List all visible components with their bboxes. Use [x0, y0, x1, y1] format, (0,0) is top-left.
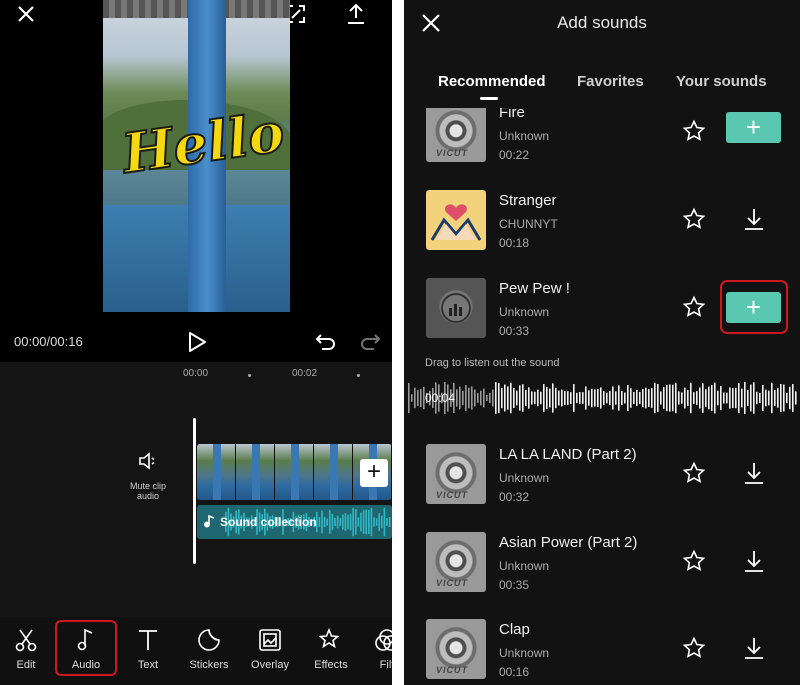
tool-overlay[interactable]: Overlay: [239, 627, 301, 671]
sound-artist: CHUNNYT: [499, 217, 558, 231]
sound-cover: VICUT: [426, 108, 486, 162]
audio-track-label: Sound collection: [220, 515, 317, 529]
tool-label: Effects: [314, 659, 348, 671]
tool-stickers[interactable]: Stickers: [178, 627, 240, 671]
tool-effects[interactable]: Effects: [300, 627, 362, 671]
ruler-dot: [357, 374, 360, 377]
play-button[interactable]: [182, 328, 210, 356]
filter-icon: [375, 629, 392, 651]
ruler-mark: 00:02: [292, 368, 318, 379]
sound-duration: 00:22: [499, 148, 530, 162]
tool-label: Stickers: [189, 659, 229, 671]
add-sound-button[interactable]: +: [726, 112, 781, 143]
star-icon[interactable]: [682, 549, 706, 573]
sound-title: Asian Power (Part 2): [499, 534, 638, 551]
tool-label: Filt: [379, 659, 392, 671]
text-icon: [139, 630, 157, 650]
sound-duration: 00:35: [499, 578, 530, 592]
redo-icon: [361, 334, 381, 350]
export-icon[interactable]: [342, 0, 370, 28]
sound-duration: 00:32: [499, 490, 530, 504]
list-item[interactable]: VICUT Clap Unknown 00:16: [404, 619, 800, 685]
star-icon[interactable]: [682, 207, 706, 231]
sound-title: Pew Pew !: [499, 280, 570, 297]
panel-title: Add sounds: [557, 13, 647, 32]
star-icon[interactable]: [682, 461, 706, 485]
audio-tool-highlight: [55, 620, 117, 676]
tool-label: Overlay: [251, 659, 289, 671]
list-item[interactable]: VICUT LA LA LAND (Part 2) Unknown 00:32: [404, 444, 800, 522]
download-icon[interactable]: [741, 635, 767, 661]
sound-artist: Unknown: [499, 559, 550, 573]
active-tab-indicator: [480, 97, 498, 100]
list-item[interactable]: Pew Pew ! Unknown 00:33 +: [404, 278, 800, 356]
sound-cover: VICUT: [426, 532, 486, 592]
star-icon[interactable]: [682, 295, 706, 319]
speaker-icon: [139, 452, 155, 470]
mute-clip-audio-button[interactable]: Mute clip audio: [122, 450, 174, 501]
download-icon[interactable]: [741, 548, 767, 574]
tool-filters[interactable]: Filt: [356, 627, 392, 671]
sound-waveform-scrubber[interactable]: [404, 378, 800, 418]
undo-icon: [315, 334, 335, 350]
time-display: 00:00/00:16: [14, 334, 83, 349]
mute-clip-audio-label: Mute clip audio: [129, 481, 166, 501]
clip-thumbnail: [197, 444, 236, 500]
add-clip-button[interactable]: +: [360, 459, 388, 487]
sound-duration: 00:16: [499, 665, 530, 679]
sound-cover: [426, 190, 486, 250]
sound-artist: Unknown: [499, 129, 550, 143]
tab-recommended[interactable]: Recommended: [438, 73, 546, 90]
tool-label: Edit: [16, 659, 36, 671]
sticker-icon: [198, 629, 220, 651]
effects-icon: [318, 627, 340, 649]
music-note-icon: [203, 514, 215, 528]
heart-hands-icon: [430, 204, 482, 241]
sound-cover: VICUT: [426, 619, 486, 679]
ruler-mark: 00:00: [183, 368, 209, 379]
sound-artist: Unknown: [499, 646, 550, 660]
sound-title: LA LA LAND (Part 2): [499, 446, 637, 463]
scissors-icon: [15, 629, 37, 652]
sound-duration: 00:18: [499, 236, 530, 250]
close-icon[interactable]: [12, 0, 40, 28]
drag-hint: Drag to listen out the sound: [425, 357, 560, 369]
ruler-dot: [248, 374, 251, 377]
sound-artist: Unknown: [499, 471, 550, 485]
sound-duration: 00:33: [499, 324, 530, 338]
editor-panel: Hello 00:00/00:16 00:00 00:02 Mute clip …: [0, 0, 392, 685]
playhead[interactable]: [193, 418, 196, 564]
sound-cover: VICUT: [426, 444, 486, 504]
clip-thumbnail: [314, 444, 353, 500]
play-icon: [189, 332, 206, 352]
redo-button[interactable]: [358, 330, 382, 354]
tool-label: Text: [137, 659, 159, 671]
tab-your-sounds[interactable]: Your sounds: [676, 73, 767, 90]
download-icon[interactable]: [741, 206, 767, 232]
sound-title: Clap: [499, 621, 530, 638]
list-item[interactable]: Stranger CHUNNYT 00:18: [404, 190, 800, 268]
tab-favorites[interactable]: Favorites: [577, 73, 644, 90]
undo-button[interactable]: [314, 330, 338, 354]
list-item[interactable]: VICUT Asian Power (Part 2) Unknown 00:35: [404, 532, 800, 610]
sound-cover: [426, 278, 486, 338]
tool-edit[interactable]: Edit: [0, 627, 57, 671]
download-icon[interactable]: [741, 460, 767, 486]
add-button-highlight: [720, 280, 788, 334]
sound-title: Fire: [499, 108, 525, 121]
star-icon[interactable]: [682, 119, 706, 143]
overlay-icon: [259, 629, 281, 651]
tool-text[interactable]: Text: [117, 627, 179, 671]
sound-artist: Unknown: [499, 305, 550, 319]
clip-thumbnail: [275, 444, 314, 500]
equalizer-icon: [441, 293, 471, 323]
clip-thumbnail: [236, 444, 275, 500]
audio-track[interactable]: Sound collection: [197, 505, 392, 539]
list-item[interactable]: VICUT Fire Unknown 00:22 +: [404, 108, 800, 180]
star-icon[interactable]: [682, 636, 706, 660]
sound-title: Stranger: [499, 192, 557, 209]
playback-time: 00:04: [425, 391, 456, 405]
